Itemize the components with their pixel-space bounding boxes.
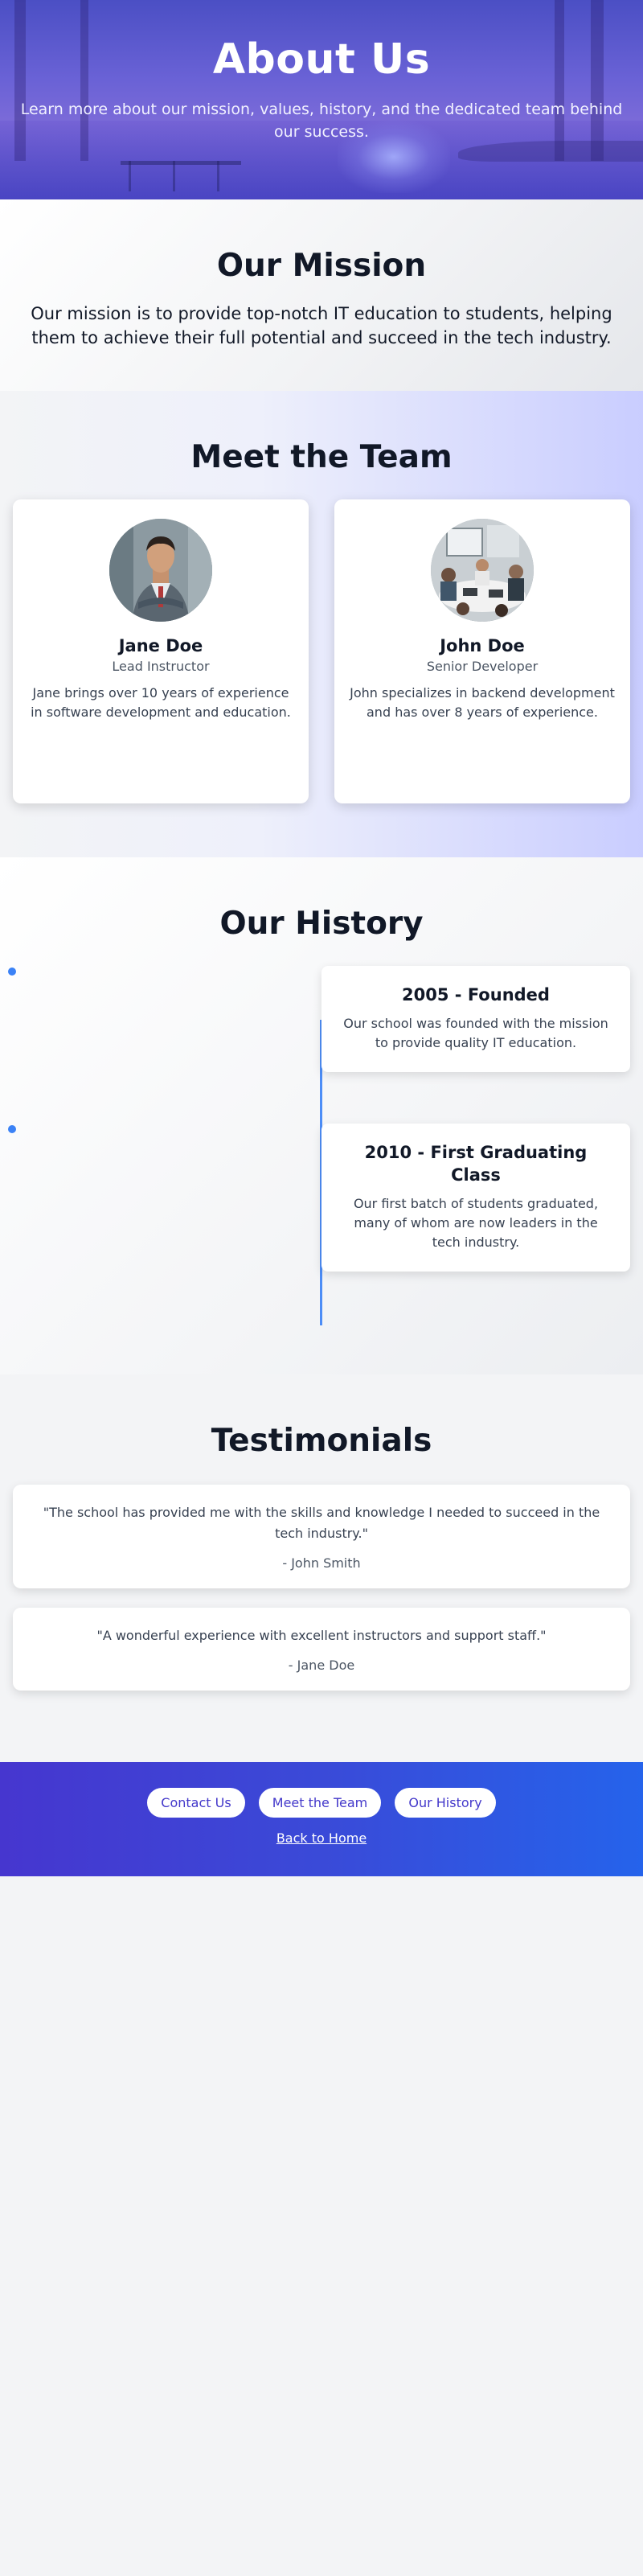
back-to-home-link[interactable]: Back to Home <box>276 1830 367 1846</box>
hero-background-dock-post <box>173 161 175 191</box>
team-member-name: John Doe <box>440 636 525 655</box>
timeline-dot <box>8 968 16 976</box>
team-member-card: Jane Doe Lead Instructor Jane brings ove… <box>13 499 309 803</box>
timeline-dot <box>8 1125 16 1133</box>
meet-the-team-link[interactable]: Meet the Team <box>258 1788 382 1818</box>
testimonial-card: "The school has provided me with the ski… <box>13 1485 630 1588</box>
mission-title: Our Mission <box>216 248 427 284</box>
page-title: About Us <box>212 35 431 84</box>
testimonial-card: "A wonderful experience with excellent i… <box>13 1608 630 1691</box>
team-member-bio: John specializes in backend development … <box>350 685 615 720</box>
footer: Contact Us Meet the Team Our History Bac… <box>0 1762 643 1876</box>
timeline-event-card: 2005 - Founded Our school was founded wi… <box>322 966 630 1072</box>
page-subtitle: Learn more about our mission, values, hi… <box>20 101 623 141</box>
testimonial-author: - John Smith <box>282 1555 361 1571</box>
testimonial-quote: "The school has provided me with the ski… <box>43 1505 600 1541</box>
timeline-event-text: Our school was founded with the mission … <box>343 1016 608 1050</box>
team-cards: Jane Doe Lead Instructor Jane brings ove… <box>0 499 643 805</box>
timeline-event-card: 2010 - First Graduating Class Our first … <box>322 1124 630 1272</box>
testimonial-quote: "A wonderful experience with excellent i… <box>96 1628 547 1643</box>
hero-banner: About Us Learn more about our mission, v… <box>0 0 643 199</box>
avatar <box>109 519 212 622</box>
testimonial-author: - Jane Doe <box>288 1658 355 1673</box>
hero-background-dock <box>121 161 241 165</box>
team-member-role: Lead Instructor <box>112 659 210 674</box>
team-member-bio: Jane brings over 10 years of experience … <box>31 685 291 720</box>
history-section: Our History 2005 - Founded Our school wa… <box>0 857 643 1374</box>
team-member-name: Jane Doe <box>118 636 203 655</box>
timeline-event-text: Our first batch of students graduated, m… <box>353 1196 599 1250</box>
mission-text: Our mission is to provide top-notch IT e… <box>31 304 612 347</box>
timeline-event-title: 2010 - First Graduating Class <box>364 1143 588 1185</box>
hero-background-dock-post <box>217 161 219 191</box>
our-history-link[interactable]: Our History <box>395 1788 496 1818</box>
team-member-card: John Doe Senior Developer John specializ… <box>334 499 630 803</box>
page-background <box>0 1876 643 2576</box>
hero-background-dock-post <box>129 161 131 191</box>
testimonials-section: Testimonials "The school has provided me… <box>0 1374 643 1762</box>
mission-section: Our Mission Our mission is to provide to… <box>0 199 643 391</box>
team-section: Meet the Team Jane Doe Lead Instructor J… <box>0 391 643 857</box>
timeline-event-title: 2005 - Founded <box>402 985 550 1005</box>
history-title: Our History <box>219 906 424 942</box>
footer-nav: Contact Us Meet the Team Our History <box>0 1762 643 1818</box>
team-member-role: Senior Developer <box>426 659 539 674</box>
team-title: Meet the Team <box>190 439 453 475</box>
testimonials-title: Testimonials <box>211 1423 432 1459</box>
avatar <box>431 519 534 622</box>
contact-us-link[interactable]: Contact Us <box>147 1788 245 1818</box>
